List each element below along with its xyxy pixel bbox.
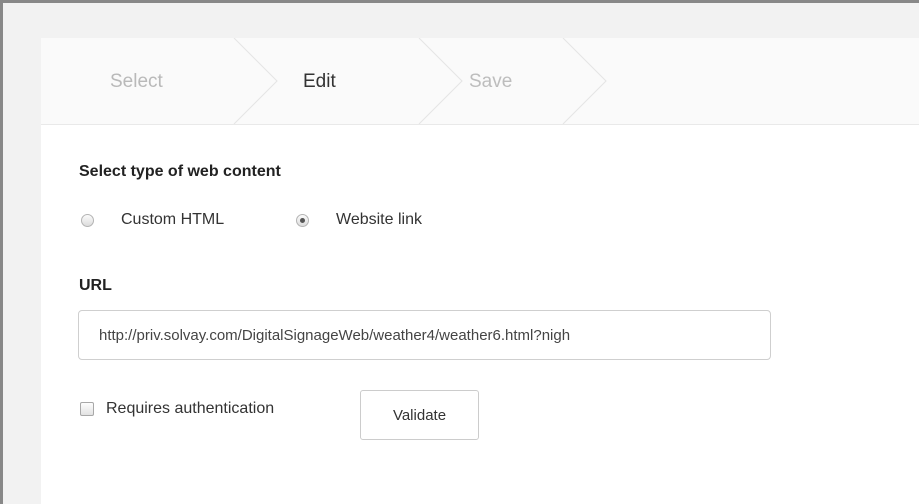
requires-auth-label: Requires authentication (106, 400, 275, 417)
step-select[interactable]: Select (110, 71, 163, 93)
validate-button[interactable]: Validate (360, 390, 479, 440)
step-divider-chevron (233, 38, 278, 124)
wizard-stepper: Select Edit Save (41, 38, 919, 125)
step-edit[interactable]: Edit (303, 71, 336, 93)
radio-custom-html-label: Custom HTML (121, 211, 225, 228)
radio-custom-html-button[interactable] (81, 213, 94, 227)
content-type-label: Select type of web content (79, 163, 281, 180)
content-panel: Select Edit Save Select type of web cont… (41, 38, 919, 504)
url-input[interactable] (78, 310, 771, 360)
radio-website-link-label: Website link (336, 211, 422, 228)
window-background: Select Edit Save Select type of web cont… (3, 3, 919, 504)
radio-website-link[interactable]: Website link (296, 208, 422, 232)
step-divider-chevron (418, 38, 463, 124)
requires-auth-checkbox[interactable]: Requires authentication (80, 400, 274, 418)
step-save[interactable]: Save (469, 71, 512, 93)
radio-website-link-button[interactable] (296, 213, 309, 227)
step-divider-chevron (562, 38, 607, 124)
radio-custom-html[interactable]: Custom HTML (81, 208, 224, 232)
url-label: URL (79, 277, 112, 294)
requires-auth-checkbox-box[interactable] (80, 402, 94, 416)
